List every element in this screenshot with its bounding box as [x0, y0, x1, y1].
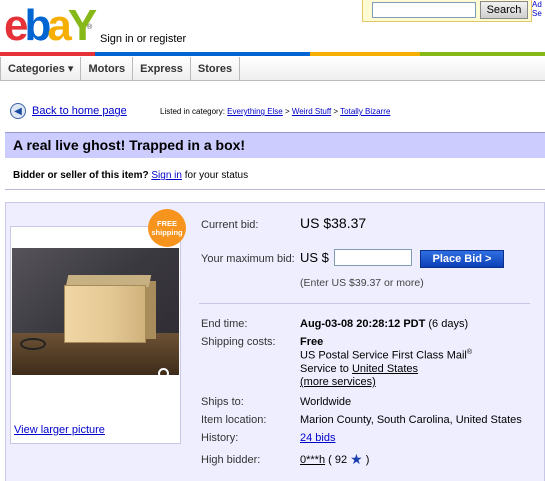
ebay-logo[interactable]: ebaY ®	[4, 1, 97, 50]
item-title-bar: A real live ghost! Trapped in a box!	[5, 132, 545, 158]
nav-stores[interactable]: Stores	[191, 57, 241, 81]
end-time-remaining: (6 days)	[428, 318, 469, 330]
free-badge-line2: shipping	[151, 228, 183, 237]
breadcrumb-everything-else[interactable]: Everything Else	[227, 107, 283, 116]
back-arrow-icon[interactable]: ◀	[10, 103, 26, 119]
status-signin-link[interactable]: Sign in	[151, 170, 182, 181]
brand-color-bar	[0, 52, 545, 56]
currency-prefix: US $	[300, 250, 329, 265]
bid-history-link[interactable]: 24 bids	[300, 432, 335, 444]
logo-trademark: ®	[87, 24, 93, 31]
nav-motors[interactable]: Motors	[81, 57, 134, 81]
color-bar-red	[0, 52, 95, 56]
more-services-link[interactable]: (more services)	[300, 376, 376, 388]
back-to-home-link[interactable]: Back to home page	[32, 105, 127, 117]
logo-letter-b: b	[24, 1, 51, 50]
high-bidder-link[interactable]: 0***h	[300, 454, 325, 466]
item-location-value: Marion County, South Carolina, United St…	[300, 414, 522, 426]
item-photo[interactable]	[12, 248, 179, 375]
color-bar-blue	[95, 52, 310, 56]
free-badge-line1: FREE	[156, 219, 177, 228]
feedback-star-icon[interactable]: ★	[350, 452, 363, 466]
breadcrumb: Listed in category: Everything Else > We…	[160, 107, 390, 116]
bid-divider	[199, 303, 530, 304]
advanced-search-link[interactable]: Ad Se	[532, 0, 545, 18]
photo-box	[64, 285, 146, 343]
breadcrumb-weird-stuff[interactable]: Weird Stuff	[292, 107, 331, 116]
current-bid-label: Current bid:	[201, 219, 259, 231]
logo-letter-a: a	[47, 1, 72, 50]
logo-letter-e: e	[4, 1, 29, 50]
status-rest: for your status	[184, 170, 249, 181]
breadcrumb-prefix: Listed in category:	[160, 107, 225, 116]
end-time-label: End time:	[201, 318, 248, 330]
min-bid-note: (Enter US $39.37 or more)	[300, 277, 424, 289]
feedback-score-close: )	[365, 454, 370, 466]
zoom-icon[interactable]	[158, 368, 169, 379]
shipping-service-name: US Postal Service First Class Mail	[300, 349, 467, 362]
breadcrumb-separator: >	[331, 107, 341, 116]
high-bidder: 0***h ( 92 ★ )	[300, 452, 370, 466]
service-to: Service to United States	[300, 363, 418, 375]
breadcrumb-separator: >	[282, 107, 292, 116]
ships-to-value: Worldwide	[300, 396, 352, 408]
feedback-score: ( 92	[328, 454, 348, 466]
top-nav: Categories ▾ Motors Express Stores	[0, 57, 545, 81]
shipping-service: US Postal Service First Class Mail®	[300, 349, 472, 362]
end-time-date: Aug-03-08 20:28:12 PDT	[300, 318, 426, 330]
shipping-label: Shipping costs:	[201, 336, 276, 348]
service-to-label: Service to	[300, 363, 349, 375]
free-shipping-badge: FREE shipping	[148, 209, 186, 247]
photo-box-side	[146, 281, 156, 339]
end-time-value: Aug-03-08 20:28:12 PDT (6 days)	[300, 318, 468, 330]
search-input[interactable]	[372, 2, 476, 18]
color-bar-yellow	[310, 52, 420, 56]
photo-cord	[20, 338, 46, 350]
high-bidder-label: High bidder:	[201, 454, 261, 466]
breadcrumb-totally-bizarre[interactable]: Totally Bizarre	[340, 107, 390, 116]
nav-categories[interactable]: Categories ▾	[0, 57, 82, 81]
status-question: Bidder or seller of this item?	[13, 170, 149, 181]
back-to-home[interactable]: ◀ Back to home page	[10, 103, 127, 119]
shipping-cost: Free	[300, 336, 324, 348]
current-bid-value: US $38.37	[300, 215, 367, 231]
nav-express[interactable]: Express	[133, 57, 191, 81]
signin-register-link[interactable]: Sign in or register	[100, 33, 186, 45]
shipping-reg-mark: ®	[466, 349, 473, 356]
view-larger-picture-link[interactable]: View larger picture	[14, 424, 105, 436]
item-location-label: Item location:	[201, 414, 267, 426]
max-bid-label: Your maximum bid:	[201, 253, 295, 265]
bidder-status-row: Bidder or seller of this item? Sign in f…	[5, 160, 545, 190]
item-title: A real live ghost! Trapped in a box!	[13, 137, 246, 153]
place-bid-button[interactable]: Place Bid >	[420, 250, 504, 268]
color-bar-green	[420, 52, 545, 56]
service-destination-link[interactable]: United States	[352, 363, 418, 375]
history-label: History:	[201, 432, 239, 444]
max-bid-input[interactable]	[334, 249, 412, 266]
search-button[interactable]: Search	[480, 1, 528, 19]
ships-to-label: Ships to:	[201, 396, 244, 408]
